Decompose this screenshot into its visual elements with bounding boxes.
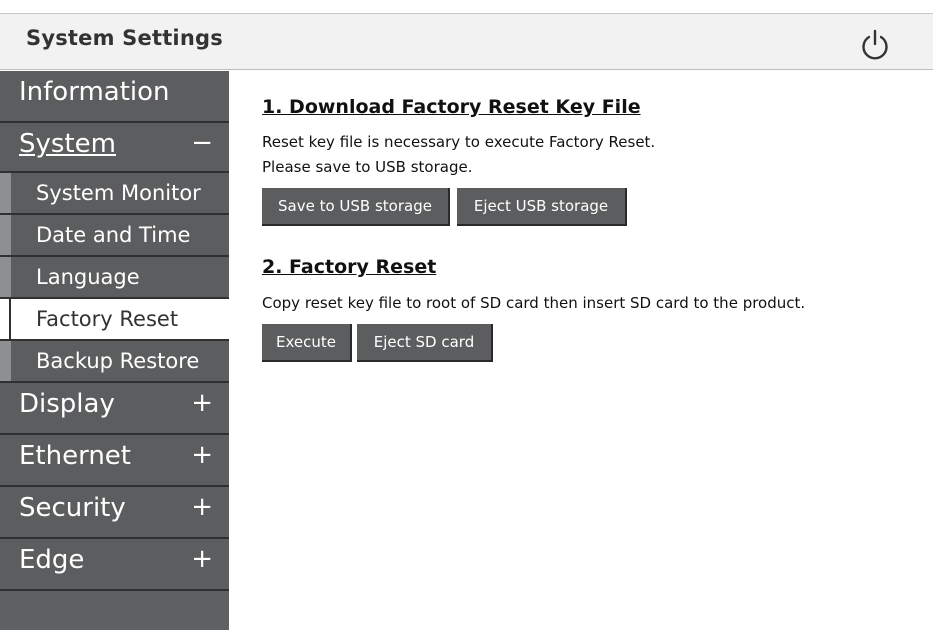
- sidebar-item-label: Security: [19, 493, 126, 523]
- sidebar-subitem-label: Language: [36, 265, 140, 289]
- expand-icon: +: [191, 388, 213, 418]
- sidebar-item-display[interactable]: Display +: [0, 383, 229, 435]
- sidebar-item-edge[interactable]: Edge +: [0, 539, 229, 591]
- sidebar-item-label: Information: [19, 77, 170, 107]
- subitem-marker: [0, 257, 11, 297]
- sidebar-subitem-label: System Monitor: [36, 181, 201, 205]
- sidebar-subitem-language[interactable]: Language: [0, 257, 229, 299]
- subitem-marker: [0, 173, 11, 213]
- sidebar-subitem-label: Factory Reset: [36, 307, 179, 331]
- power-icon[interactable]: [858, 28, 892, 62]
- sidebar-item-system[interactable]: System −: [0, 123, 229, 173]
- sidebar-item-label: Edge: [19, 545, 85, 575]
- sidebar-subitem-label: Backup Restore: [36, 349, 200, 373]
- sidebar-item-security[interactable]: Security +: [0, 487, 229, 539]
- top-margin: [0, 0, 933, 13]
- section-text: Please save to USB storage.: [262, 158, 473, 176]
- page-title: System Settings: [26, 26, 223, 50]
- sidebar: Information System − System Monitor Date…: [0, 71, 229, 630]
- sidebar-item-ethernet[interactable]: Ethernet +: [0, 435, 229, 487]
- header-bar: System Settings: [0, 13, 933, 70]
- main-content: 1. Download Factory Reset Key File Reset…: [229, 71, 933, 630]
- sidebar-subitem-factory-reset[interactable]: Factory Reset: [0, 299, 229, 341]
- save-to-usb-button[interactable]: Save to USB storage: [262, 188, 450, 226]
- execute-button[interactable]: Execute: [262, 324, 352, 362]
- sidebar-item-label: Display: [19, 389, 115, 419]
- eject-usb-button[interactable]: Eject USB storage: [457, 188, 627, 226]
- subitem-marker: [0, 299, 11, 339]
- sidebar-item-label: System: [19, 129, 116, 159]
- eject-sd-card-button[interactable]: Eject SD card: [357, 324, 493, 362]
- collapse-icon: −: [191, 128, 213, 158]
- sidebar-subitem-system-monitor[interactable]: System Monitor: [0, 173, 229, 215]
- expand-icon: +: [191, 544, 213, 574]
- section-heading-factory-reset: 2. Factory Reset: [262, 256, 437, 278]
- subitem-marker: [0, 215, 11, 255]
- sidebar-item-label: Ethernet: [19, 441, 131, 471]
- expand-icon: +: [191, 492, 213, 522]
- expand-icon: +: [191, 440, 213, 470]
- sidebar-item-information[interactable]: Information: [0, 71, 229, 123]
- section-heading-download-key: 1. Download Factory Reset Key File: [262, 96, 641, 118]
- subitem-marker: [0, 341, 11, 381]
- sidebar-subitem-backup-restore[interactable]: Backup Restore: [0, 341, 229, 383]
- section-text: Reset key file is necessary to execute F…: [262, 133, 656, 151]
- sidebar-subitem-label: Date and Time: [36, 223, 191, 247]
- section-text: Copy reset key file to root of SD card t…: [262, 294, 806, 312]
- sidebar-subitem-date-and-time[interactable]: Date and Time: [0, 215, 229, 257]
